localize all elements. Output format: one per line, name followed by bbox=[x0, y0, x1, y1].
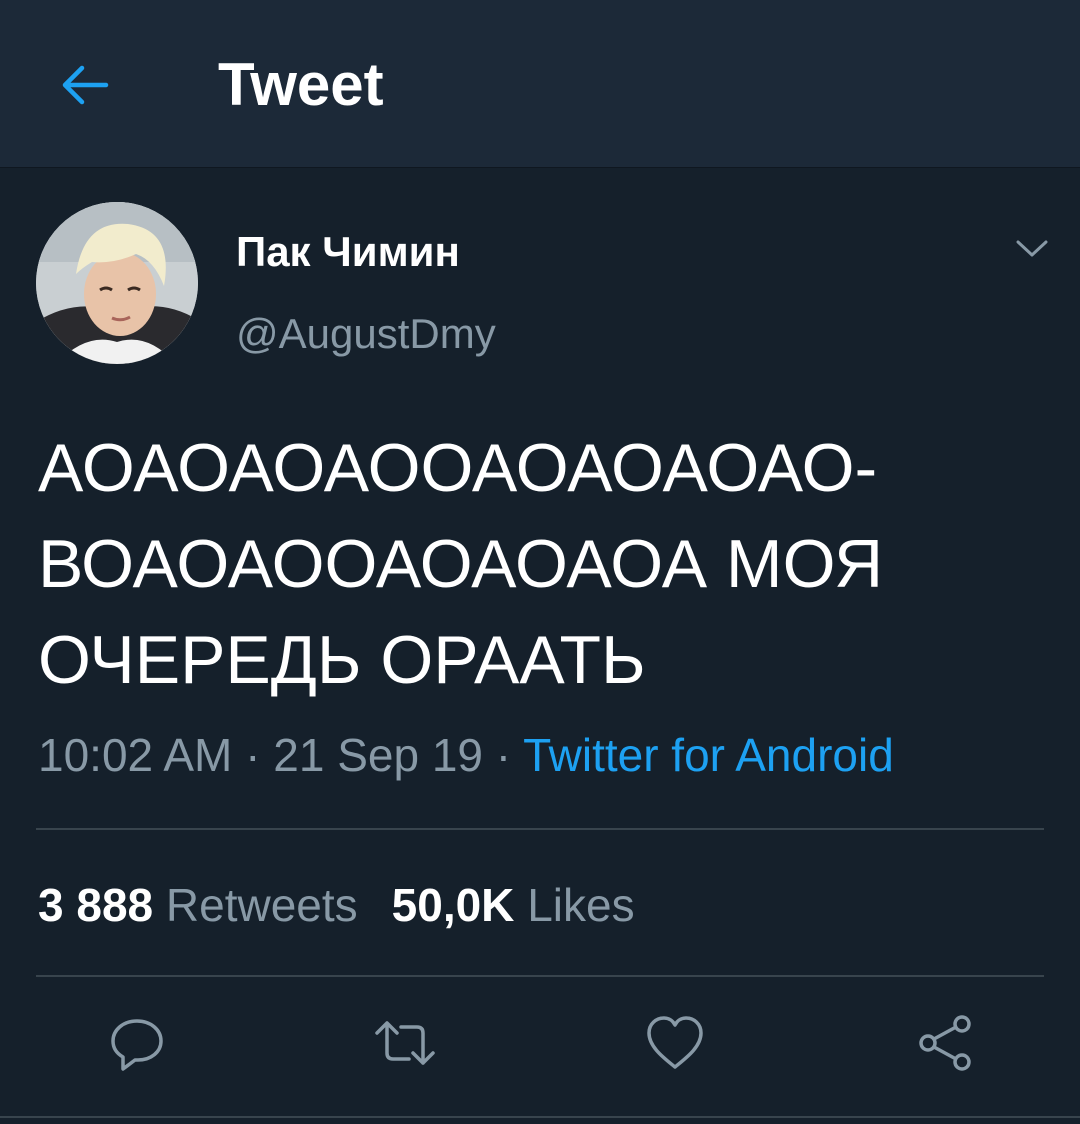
tweet-source-link[interactable]: Twitter for Android bbox=[523, 729, 894, 781]
retweet-button[interactable] bbox=[370, 1008, 440, 1078]
likes-stat[interactable]: 50,0K Likes bbox=[392, 878, 635, 932]
arrow-left-icon bbox=[62, 65, 109, 105]
retweets-label: Retweets bbox=[165, 879, 358, 931]
chevron-down-icon bbox=[1016, 240, 1048, 257]
divider bbox=[36, 975, 1044, 977]
divider bbox=[36, 828, 1044, 830]
tweet-text-line: ОЧЕРЕДЬ ОРААТЬ bbox=[38, 622, 646, 698]
like-button[interactable] bbox=[640, 1008, 710, 1078]
tweet-text-line: АОАОАОАООАОАОАОАО- bbox=[38, 430, 878, 506]
avatar[interactable] bbox=[36, 202, 198, 364]
like-icon bbox=[647, 1016, 703, 1069]
top-app-bar: Tweet bbox=[0, 0, 1080, 168]
reply-button[interactable] bbox=[102, 1008, 172, 1078]
tweet-text: АОАОАОАООАОАОАОАО- ВОАОАООАОАОАОА МОЯ ОЧ… bbox=[38, 420, 1038, 708]
share-icon bbox=[919, 1015, 971, 1071]
meta-separator: · bbox=[232, 729, 274, 781]
tweet-time: 10:02 AM bbox=[38, 729, 233, 781]
retweets-count: 3 888 bbox=[38, 879, 154, 931]
retweet-icon bbox=[375, 1021, 435, 1065]
tweet-actions bbox=[0, 1008, 1080, 1088]
page-title: Tweet bbox=[218, 51, 384, 118]
likes-label: Likes bbox=[527, 879, 635, 931]
likes-count: 50,0K bbox=[391, 879, 515, 931]
author-display-name[interactable]: Пак Чимин bbox=[236, 228, 460, 276]
tweet-menu-button[interactable] bbox=[1010, 226, 1054, 270]
tweet-detail: Пак Чимин @AugustDmy АОАОАОАООАОАОАОАО- … bbox=[0, 168, 1080, 1124]
retweets-stat[interactable]: 3 888 Retweets bbox=[38, 878, 358, 932]
author-handle[interactable]: @AugustDmy bbox=[236, 310, 496, 358]
tweet-text-line: ВОАОАООАОАОАОА МОЯ bbox=[38, 526, 884, 602]
divider bbox=[0, 1116, 1080, 1118]
meta-separator: · bbox=[483, 729, 524, 781]
back-button[interactable] bbox=[58, 58, 112, 112]
tweet-metadata: 10:02 AM · 21 Sep 19 · Twitter for Andro… bbox=[38, 728, 894, 782]
tweet-date: 21 Sep 19 bbox=[273, 729, 483, 781]
avatar-image bbox=[36, 202, 198, 364]
share-button[interactable] bbox=[910, 1008, 980, 1078]
reply-icon bbox=[111, 1019, 163, 1071]
tweet-stats: 3 888 Retweets 50,0K Likes bbox=[38, 878, 669, 932]
